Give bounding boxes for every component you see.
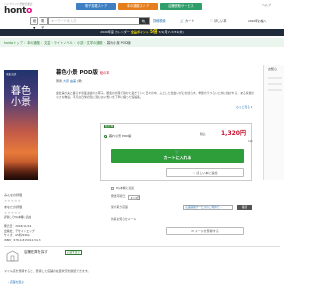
store-confirm-button[interactable]: 確認 [237,205,252,210]
price: 1,320円 [221,130,246,137]
add-to-wishlist-button[interactable]: ♡ ほしい本に追加 [166,168,244,177]
my-rating-label: あなたの評価 [4,205,23,209]
store-note: マイル店を登録すると、登録した店舗の在庫状況を確認できます。 [4,269,91,273]
breadcrumb-item[interactable]: 文芸・ライトノベル [44,41,73,45]
cart-link[interactable]: 🛒 カート [180,17,195,25]
breadcrumb-current: 暮れ小景 POD版 [106,41,131,45]
scope-select[interactable]: 電子 ▼ [39,17,48,37]
store-icon [6,250,19,262]
side-placeholder [268,89,282,91]
my-rating-note: 評価してMy本棚に追加 [4,216,32,219]
search-button[interactable]: 🔍 [139,18,149,24]
help-link[interactable]: ヘルプ [262,3,271,8]
author-link[interactable]: 大原 由美 [63,79,76,83]
logo-word: honto [4,6,32,16]
rating-label: みんなの評価 [4,193,23,197]
breadcrumb-item[interactable]: hontoトップ [4,41,23,45]
detail-search-link[interactable]: 詳細検索 [153,17,166,25]
campaign-banner[interactable]: 2020年度 カレンダー 全品ポイント 5倍 7/1(月)〜7/31(木) [0,29,284,36]
store-section-title: 店舗在庫を探す [24,250,48,254]
breadcrumb-item[interactable]: 本の通販 [27,41,40,45]
side-panel: お知ら [263,65,284,180]
rating-stars: ★★★★★ [4,199,22,203]
stock-label: 発送可能日： [111,194,128,198]
search-input[interactable]: キーワードを入力 [49,18,139,24]
tab-store-pickup[interactable]: 店舗受取サービス [160,3,202,10]
bookshelf-checkbox[interactable] [111,187,114,190]
select-store-pill[interactable]: 店舗を選ぶ [65,250,82,256]
byline: 著者 大原 由美 (著) [56,79,83,83]
select-store-link[interactable]: › 店舗を選ぶ [8,280,24,284]
bookshelf-label: My本棚に追加 [116,185,135,190]
paper-select[interactable]: 紙 ▼ [30,17,38,30]
book-cover[interactable]: 木蓮 由美 暮色小景 [4,70,38,180]
cover-cityscape [4,162,38,180]
side-panel-header: お知ら [268,67,278,71]
section-divider [4,246,280,247]
side-placeholder [268,77,282,79]
format-tag: 紙の本 [104,124,115,129]
cover-title: 暮色小景 [11,86,31,108]
cover-author: 木蓮 由美 [6,73,17,76]
format-option-label[interactable]: 暮れ小景 POD版 [109,134,131,139]
product-title: 暮色小景 POD版 紙の本 [56,70,110,76]
want-list-link[interactable]: ♡ ほしい本 [210,17,227,25]
more-link[interactable]: もっと見る ▾ [236,105,252,109]
store-label: 受け取り店舗 [111,204,128,209]
side-placeholder [268,83,282,85]
honto-logo[interactable]: ハイブリッド型総合書店 honto [4,3,44,16]
format-radio[interactable] [104,135,107,138]
points: 1pt [248,139,253,143]
account-link[interactable]: 2020年お帳へ [248,17,266,25]
isbn: ISBN：978-4-815012-54-3 [4,237,41,242]
add-to-cart-button[interactable]: 🛒 カートに入れる [111,149,244,163]
notify-label: 新着お知らせメール [111,217,137,221]
register-mail-button[interactable]: ✉ メールを登録する [166,227,244,235]
search-bar[interactable]: キーワードを入力 🔍 [48,17,150,25]
cart-icon: 🛒 [180,19,184,23]
tab-ebook-store[interactable]: 電子書籍ストア [76,3,116,10]
price-prefix: 税込 [200,132,206,136]
breadcrumb-item[interactable]: 小説・文学の通販 [77,41,103,45]
my-rating-stars[interactable]: ★★★★★ [4,211,21,215]
format-badge: 紙の本 [99,71,110,75]
store-input[interactable]: 店舗受取サービスのご利用で... [183,205,233,210]
heart-icon: ♡ [210,19,213,23]
add-to-cart-label: カートに入れる [163,155,192,160]
stock-value: 1〜3日 [128,194,140,200]
search-icon: 🔍 [141,19,147,24]
breadcrumb: hontoトップ› 本の通販› 文芸・ライトノベル› 小説・文学の通販› 暮れ小… [4,41,131,45]
tab-book-store[interactable]: 本の通販ストア [118,3,158,10]
product-description: 会社員の夫と暮らす専業主婦の沙耶子。都会の片隅で静かに過ぎていく日々の中、ふとし… [56,91,255,100]
